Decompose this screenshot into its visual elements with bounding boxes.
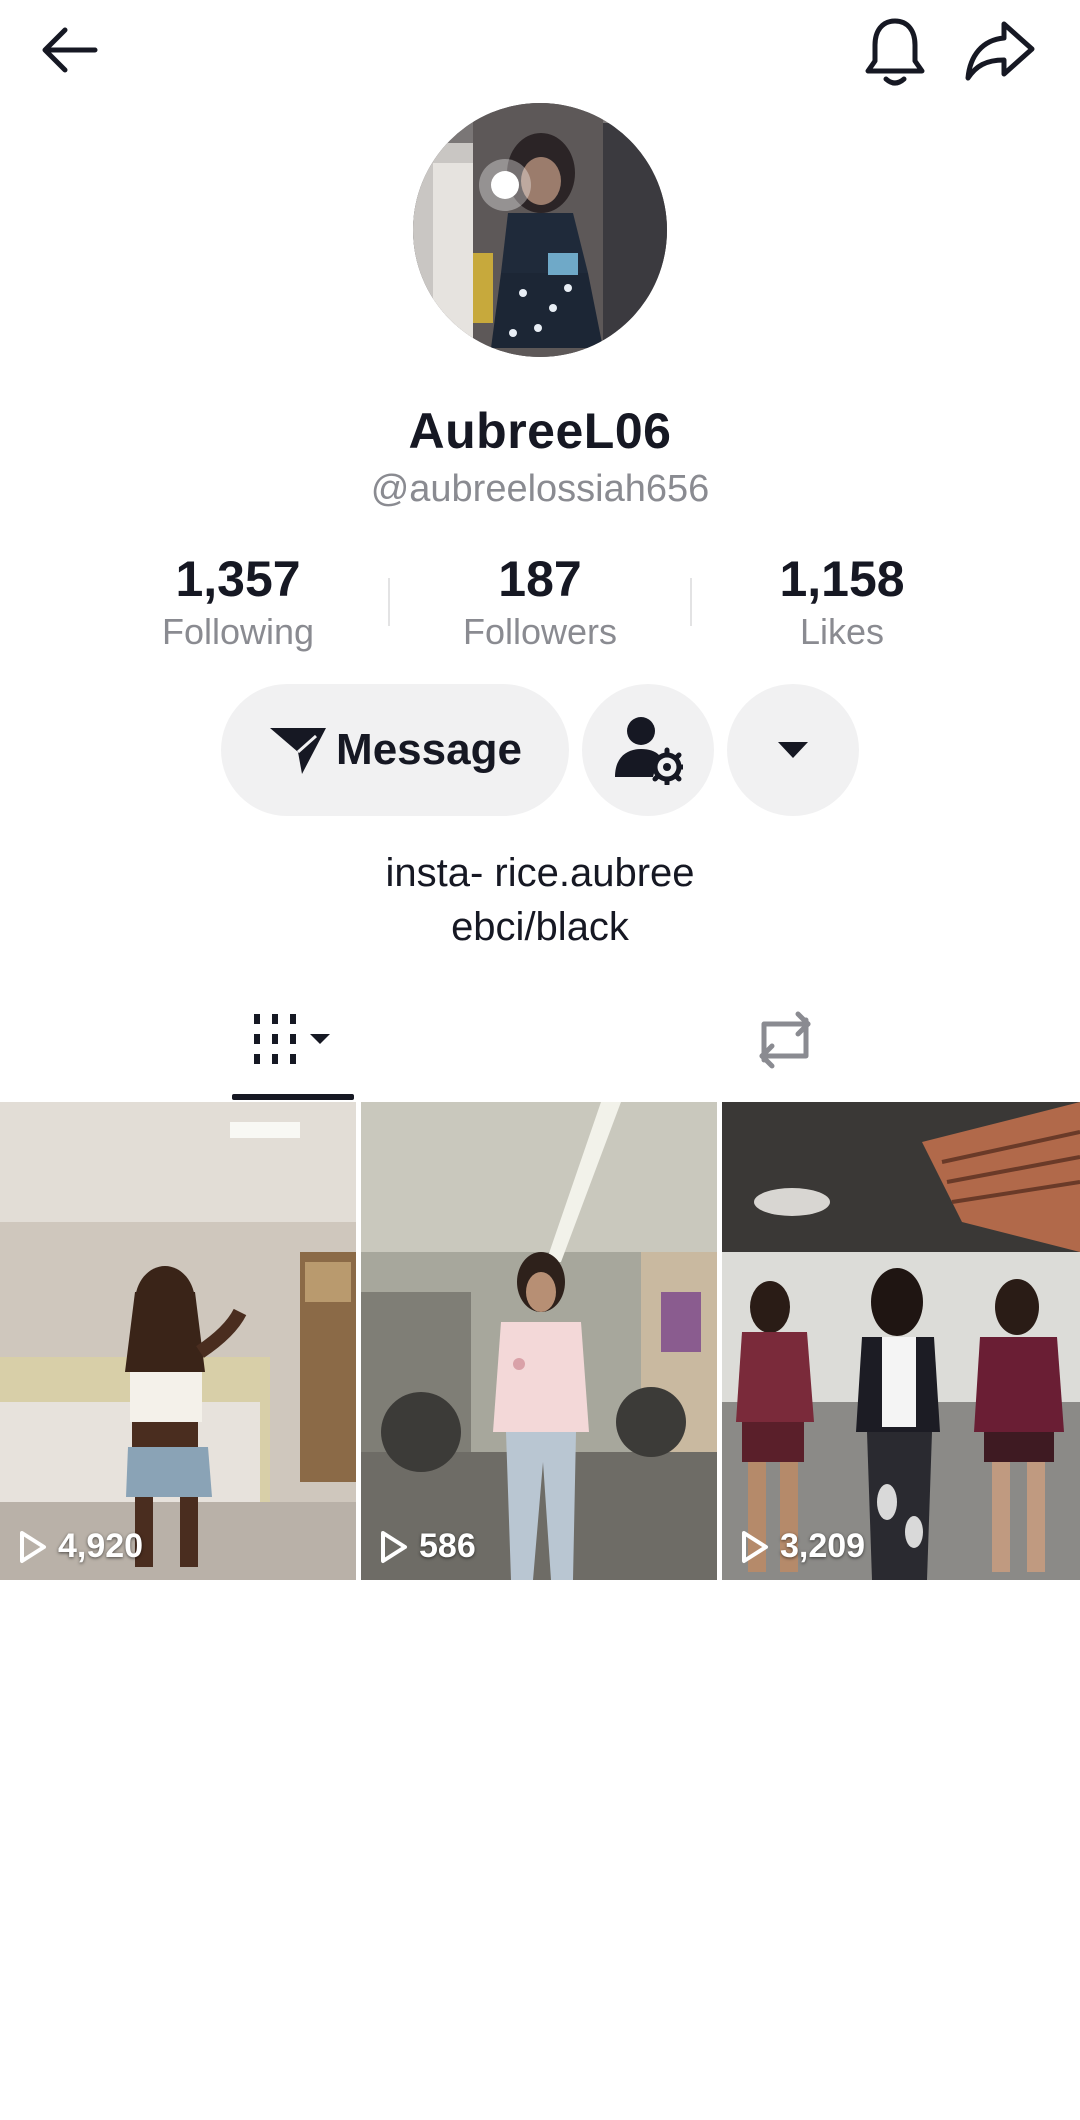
paper-plane-icon (268, 724, 328, 776)
tab-reposts[interactable] (700, 990, 870, 1090)
stat-following[interactable]: 1,357 Following (108, 548, 368, 654)
bio-line: ebci/black (451, 905, 629, 949)
video-thumbnail[interactable]: 3,209 (722, 1102, 1080, 1580)
content-tabs (0, 990, 1080, 1102)
view-count-value: 586 (419, 1527, 476, 1565)
followers-label: Followers (462, 611, 618, 652)
share-button[interactable] (955, 6, 1045, 96)
likes-label: Likes (799, 611, 885, 652)
share-arrow-icon (965, 21, 1035, 81)
bell-icon (865, 18, 925, 86)
video-thumbnail-image (0, 1102, 356, 1580)
profile-page: AubreeL06 @aubreelossiah656 1,357 Follow… (0, 0, 1080, 2120)
video-thumbnail-image (722, 1102, 1080, 1580)
view-count: 4,920 (18, 1527, 143, 1566)
arrow-left-icon (42, 27, 98, 73)
view-count: 3,209 (740, 1527, 865, 1566)
display-name: AubreeL06 (408, 403, 672, 459)
top-bar (0, 0, 1080, 100)
bio-line: insta- rice.aubree (385, 851, 695, 895)
stat-divider (690, 578, 692, 626)
followers-count: 187 (498, 551, 582, 607)
message-button[interactable]: Message (221, 684, 569, 816)
tab-videos[interactable] (200, 990, 386, 1090)
play-icon (740, 1530, 770, 1564)
bio: insta- rice.aubree ebci/black (0, 846, 1080, 954)
view-count-value: 4,920 (58, 1527, 144, 1565)
repost-icon (759, 1011, 811, 1069)
video-thumbnail[interactable]: 4,920 (0, 1102, 356, 1580)
play-icon (379, 1530, 409, 1564)
stat-followers[interactable]: 187 Followers (410, 548, 670, 654)
following-label: Following (161, 611, 315, 652)
grid-bars-icon (254, 1014, 330, 1064)
following-count: 1,357 (175, 551, 301, 607)
view-count-value: 3,209 (780, 1527, 866, 1565)
notifications-button[interactable] (850, 6, 940, 96)
friend-settings-button[interactable] (582, 684, 714, 816)
likes-count: 1,158 (779, 551, 905, 607)
message-label: Message (336, 725, 522, 774)
profile-stats: 1,357 Following 187 Followers 1,158 Like… (0, 548, 1080, 658)
play-icon (18, 1530, 48, 1564)
video-thumbnail[interactable]: 586 (361, 1102, 717, 1580)
active-tab-indicator (232, 1094, 354, 1100)
username: @aubreelossiah656 (370, 468, 710, 510)
back-button[interactable] (30, 10, 110, 90)
profile-photo (413, 103, 667, 357)
video-grid: 4,920 586 3,209 (0, 1102, 1080, 1580)
more-options-button[interactable] (727, 684, 859, 816)
stat-likes[interactable]: 1,158 Likes (712, 548, 972, 654)
video-thumbnail-image (361, 1102, 717, 1580)
person-gear-icon (615, 717, 683, 785)
view-count: 586 (379, 1527, 476, 1566)
stat-divider (388, 578, 390, 626)
avatar[interactable] (413, 103, 667, 357)
caret-down-icon (778, 742, 808, 758)
